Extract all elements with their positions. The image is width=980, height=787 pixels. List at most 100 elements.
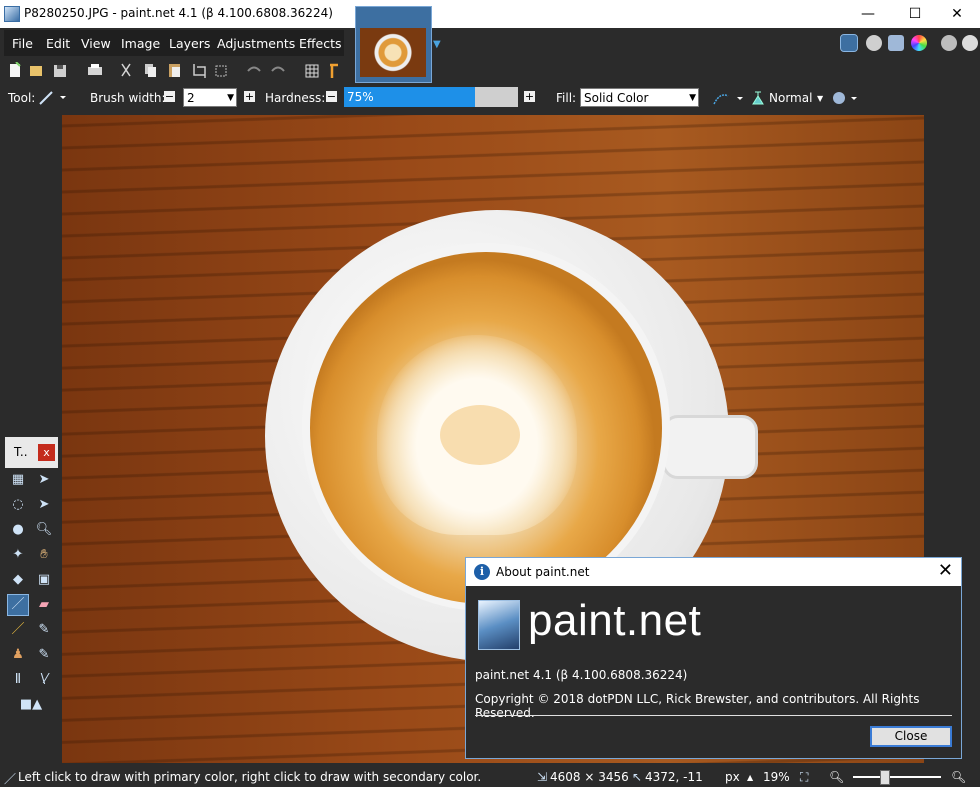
colors-icon[interactable] xyxy=(911,35,927,51)
lasso-select-tool-icon[interactable]: ◌ xyxy=(8,495,28,515)
hardness-slider[interactable]: 75% xyxy=(344,87,518,107)
maximize-button[interactable]: ☐ xyxy=(892,0,938,28)
grid-icon[interactable] xyxy=(305,64,319,78)
zoom-in-icon[interactable]: 🔍︎ xyxy=(951,770,966,784)
move-selection-tool-icon[interactable]: ➤ xyxy=(34,470,54,490)
blend-mode-chevron-icon[interactable]: ▼ xyxy=(817,94,823,103)
hardness-increase-button[interactable]: + xyxy=(524,91,535,102)
eraser-tool-icon[interactable]: ▰ xyxy=(34,595,54,615)
tab-list-arrow-icon[interactable]: ▼ xyxy=(433,39,441,50)
clone-stamp-tool-icon[interactable]: ♟ xyxy=(8,645,28,665)
menu-layers[interactable]: Layers xyxy=(169,36,210,51)
info-icon: i xyxy=(474,564,490,580)
cut-icon[interactable] xyxy=(121,63,131,77)
layers-icon[interactable] xyxy=(888,35,904,51)
units-chevron-icon[interactable]: ▲ xyxy=(747,773,753,782)
zoom-out-icon[interactable]: 🔍︎ xyxy=(829,770,844,784)
image-tab[interactable] xyxy=(355,6,432,83)
paintnet-logo-icon xyxy=(478,600,520,650)
chevron-down-icon: ▼ xyxy=(227,93,234,103)
copy-icon[interactable] xyxy=(145,64,156,77)
fill-label: Fill: xyxy=(556,91,577,105)
menu-effects[interactable]: Effects xyxy=(299,36,342,51)
deselect-icon[interactable] xyxy=(215,65,227,77)
zoom-to-window-icon[interactable]: ⛶ xyxy=(800,770,808,785)
selection-mode-icon[interactable] xyxy=(831,90,861,106)
tools-panel-close-button[interactable]: x xyxy=(38,444,55,461)
recolor-tool-icon[interactable]: ✎ xyxy=(34,645,54,665)
fill-mode-select[interactable]: Solid Color ▼ xyxy=(580,88,699,107)
tool-label: Tool: xyxy=(8,91,36,105)
line-curve-tool-icon[interactable]: \⁄ xyxy=(34,670,54,690)
rulers-icon[interactable] xyxy=(330,63,338,78)
color-picker-tool-icon[interactable]: ✎ xyxy=(34,620,54,640)
main-toolbar xyxy=(10,62,338,78)
window-close-button[interactable]: ✕ xyxy=(934,0,980,28)
paste-icon[interactable] xyxy=(169,64,180,77)
alpha-blending-icon[interactable] xyxy=(750,90,766,106)
text-tool-icon[interactable]: Ⅱ xyxy=(8,670,28,690)
latte-art-detail-shape xyxy=(440,405,520,465)
menu-view[interactable]: View xyxy=(81,36,111,51)
paintbrush-tool-selector[interactable] xyxy=(38,91,68,105)
brush-width-combo[interactable]: 2 ▼ xyxy=(183,88,237,107)
about-dialog: i About paint.net ✕ paint.net paint.net … xyxy=(465,557,962,759)
pencil-tool-icon[interactable]: ／ xyxy=(8,620,28,640)
window-title: P8280250.JPG - paint.net 4.1 (β 4.100.68… xyxy=(24,6,333,20)
gradient-tool-icon[interactable]: ▣ xyxy=(34,570,54,590)
redo-icon[interactable] xyxy=(271,66,285,72)
app-icon xyxy=(4,6,20,22)
hardness-value: 75% xyxy=(347,90,374,104)
menu-adjustments[interactable]: Adjustments xyxy=(217,36,295,51)
tools-panel-title: T.. xyxy=(14,445,28,459)
print-icon[interactable] xyxy=(88,64,102,75)
blend-mode-select[interactable]: Normal xyxy=(769,91,812,105)
brand-name: paint.net xyxy=(528,596,702,645)
save-icon[interactable] xyxy=(54,65,66,77)
brush-width-decrease-button[interactable]: − xyxy=(164,91,175,102)
about-dialog-titlebar: i About paint.net ✕ xyxy=(466,558,961,586)
crop-icon[interactable] xyxy=(193,64,206,78)
brush-width-increase-button[interactable]: + xyxy=(244,91,255,102)
settings-gear-icon[interactable] xyxy=(941,35,957,51)
menu-edit[interactable]: Edit xyxy=(46,36,70,51)
help-icon[interactable] xyxy=(962,35,978,51)
chevron-down-icon: ▼ xyxy=(689,93,696,103)
zoom-slider-thumb[interactable] xyxy=(880,770,890,785)
paintbrush-status-icon: ／ xyxy=(4,772,17,786)
magic-wand-tool-icon[interactable]: ✦ xyxy=(8,545,28,565)
about-close-button[interactable]: Close xyxy=(870,726,952,747)
units-select[interactable]: px xyxy=(725,770,740,784)
menu-file[interactable]: File xyxy=(12,36,33,51)
title-bar: P8280250.JPG - paint.net 4.1 (β 4.100.68… xyxy=(0,0,980,28)
menu-image[interactable]: Image xyxy=(121,36,160,51)
status-bar: ／ Left click to draw with primary color,… xyxy=(0,767,980,786)
cursor-position: 4372, -11 xyxy=(645,770,703,784)
brush-width-value: 2 xyxy=(187,91,195,105)
zoom-tool-icon[interactable]: 🔍︎ xyxy=(34,520,54,540)
new-icon[interactable] xyxy=(10,62,21,77)
image-thumbnail xyxy=(360,28,426,77)
move-selected-tool-icon[interactable]: ➤ xyxy=(34,495,54,515)
antialiasing-icon[interactable] xyxy=(712,90,746,106)
status-hint: Left click to draw with primary color, r… xyxy=(18,770,482,784)
tools-panel: T.. x ▦ ➤ ◌ ➤ ● 🔍︎ ✦ ✋︎ ◆ ▣ ／ ▰ ／ ✎ ♟ ✎ … xyxy=(5,437,58,722)
zoom-level[interactable]: 19% xyxy=(763,770,790,784)
open-icon[interactable] xyxy=(30,66,42,76)
pan-tool-icon[interactable]: ✋︎ xyxy=(34,545,54,565)
rectangle-select-tool-icon[interactable]: ▦ xyxy=(8,470,28,490)
version-text: paint.net 4.1 (β 4.100.6808.36224) xyxy=(475,668,688,682)
ellipse-select-tool-icon[interactable]: ● xyxy=(8,520,28,540)
image-size: 4608 × 3456 xyxy=(550,770,629,784)
history-icon[interactable] xyxy=(866,35,882,51)
paintbrush-tool-icon[interactable]: ／ xyxy=(7,594,29,616)
shapes-tool-icon[interactable]: ■▲ xyxy=(13,695,49,715)
zoom-slider-track[interactable] xyxy=(853,776,941,778)
about-dialog-close-icon[interactable]: ✕ xyxy=(938,560,953,581)
hardness-decrease-button[interactable]: − xyxy=(326,91,337,102)
paint-bucket-tool-icon[interactable]: ◆ xyxy=(8,570,28,590)
undo-icon[interactable] xyxy=(247,66,261,72)
dialog-divider xyxy=(475,715,952,716)
minimize-button[interactable]: — xyxy=(845,0,891,28)
tools-window-icon[interactable] xyxy=(840,34,858,52)
